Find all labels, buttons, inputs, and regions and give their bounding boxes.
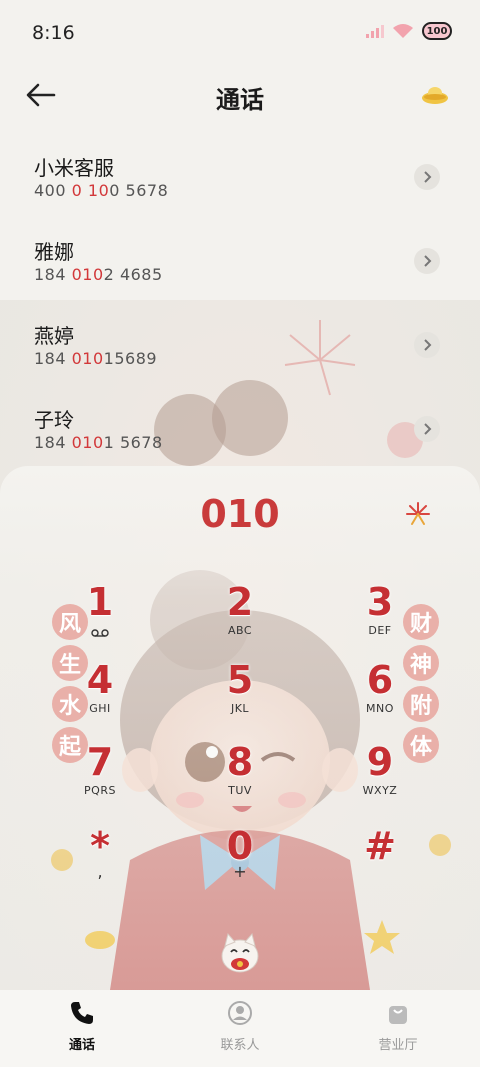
chevron-right-icon: [424, 339, 432, 351]
key-1[interactable]: 1: [62, 582, 138, 646]
contact-number: 184 01015689: [34, 349, 158, 368]
signal-icon: [366, 25, 384, 38]
tab-label: 联系人: [220, 1038, 260, 1053]
key-8[interactable]: 8 TUV: [202, 742, 278, 806]
status-bar: 8:16 100: [0, 0, 480, 64]
contact-number: 400 0 100 5678: [34, 181, 169, 200]
key-7[interactable]: 7 PQRS: [62, 742, 138, 806]
contact-detail-button[interactable]: [414, 248, 440, 274]
phone-icon: [71, 1002, 93, 1024]
key-3[interactable]: 3 DEF: [342, 582, 418, 646]
chevron-right-icon: [424, 423, 432, 435]
list-item[interactable]: 子玲 184 0101 5678: [0, 392, 480, 476]
key-9[interactable]: 9 WXYZ: [342, 742, 418, 806]
contact-name: 雅娜: [34, 240, 74, 264]
firework-icon[interactable]: [404, 500, 432, 528]
contact-detail-button[interactable]: [414, 332, 440, 358]
list-item[interactable]: 小米客服 400 0 100 5678: [0, 140, 480, 224]
contacts-icon: [228, 1001, 252, 1025]
gold-ingot-icon[interactable]: [420, 82, 450, 106]
tab-contacts[interactable]: 联系人: [192, 1000, 288, 1053]
page-title: 通话: [216, 86, 264, 114]
status-icons: 100: [366, 22, 452, 40]
contact-name: 子玲: [34, 408, 74, 432]
header: 通话: [0, 70, 480, 120]
wifi-icon: [393, 24, 413, 38]
key-hash[interactable]: #: [342, 826, 418, 890]
shop-bag-icon: [389, 1006, 407, 1024]
contact-detail-button[interactable]: [414, 416, 440, 442]
tab-label: 通话: [68, 1038, 95, 1053]
key-2[interactable]: 2 ABC: [202, 582, 278, 646]
key-4[interactable]: 4 GHI: [62, 660, 138, 724]
contact-detail-button[interactable]: [414, 164, 440, 190]
list-item[interactable]: 雅娜 184 0102 4685: [0, 224, 480, 308]
list-item[interactable]: 燕婷 184 01015689: [0, 308, 480, 392]
contact-list: 小米客服 400 0 100 5678 雅娜 184 0102 4685 燕婷 …: [0, 140, 480, 476]
key-star[interactable]: * ,: [62, 826, 138, 890]
voicemail-icon: [91, 629, 109, 637]
status-time: 8:16: [32, 22, 75, 44]
tab-service-hall[interactable]: 营业厅: [350, 1000, 446, 1053]
key-5[interactable]: 5 JKL: [202, 660, 278, 724]
contact-number: 184 0102 4685: [34, 265, 163, 284]
contact-name: 燕婷: [34, 324, 74, 348]
key-0[interactable]: 0 +: [202, 826, 278, 890]
key-6[interactable]: 6 MNO: [342, 660, 418, 724]
chevron-right-icon: [424, 171, 432, 183]
bottom-nav: 通话 联系人 营业厅: [0, 990, 480, 1067]
chevron-right-icon: [424, 255, 432, 267]
tab-label: 营业厅: [378, 1038, 418, 1053]
call-button-cat-icon[interactable]: [216, 928, 264, 974]
tab-calls[interactable]: 通话: [34, 1000, 130, 1053]
battery-icon: 100: [422, 22, 452, 40]
contact-number: 184 0101 5678: [34, 433, 163, 452]
contact-name: 小米客服: [34, 156, 114, 180]
